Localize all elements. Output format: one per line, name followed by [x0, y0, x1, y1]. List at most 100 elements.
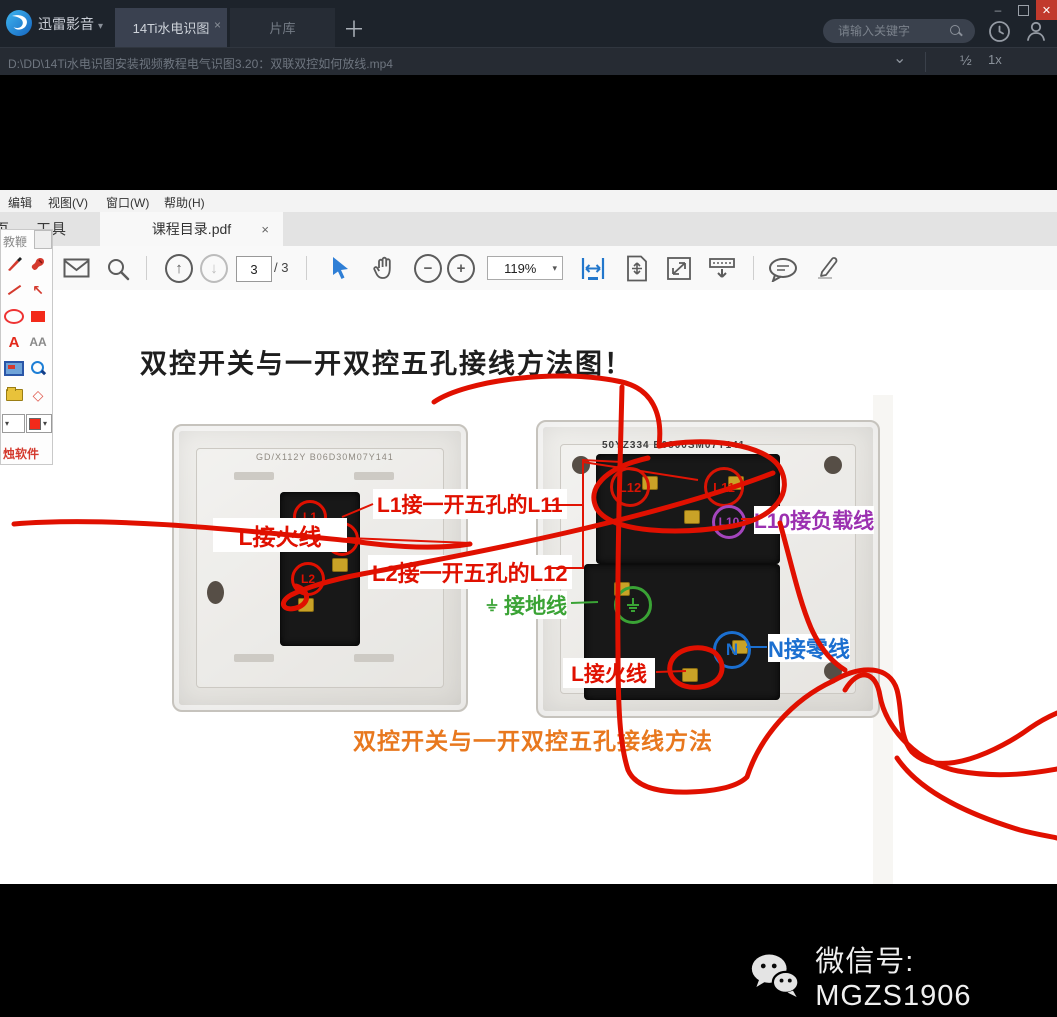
- subtitle-half-icon[interactable]: ½: [960, 52, 972, 68]
- page-down-button[interactable]: ↓: [200, 246, 228, 290]
- label-l10-load: L10接负载线: [754, 506, 875, 534]
- menu-edit[interactable]: 编辑: [8, 194, 32, 211]
- wechat-id-text: 微信号: MGZS1906: [815, 946, 972, 1012]
- select-cursor-icon[interactable]: [331, 256, 351, 280]
- terminal-L2: L2: [291, 562, 325, 596]
- toolbar-divider: [753, 256, 754, 280]
- zoom-caret-icon: ▾: [552, 262, 557, 273]
- page-up-button[interactable]: ↑: [165, 246, 193, 290]
- label-live-left: L接火线: [213, 518, 347, 552]
- minimize-button[interactable]: –: [986, 0, 1010, 20]
- brush-tool-icon[interactable]: [27, 254, 49, 274]
- label-neutral: N接零线: [768, 634, 850, 662]
- close-window-button[interactable]: ✕: [1036, 0, 1057, 20]
- color-select[interactable]: ▾: [26, 414, 52, 433]
- annotation-tool-panel: 教鞭 ↖ A AA ◇ ▾ ▾ 烛软件: [0, 229, 53, 465]
- user-account-icon[interactable]: [1024, 19, 1048, 43]
- terminal-earth: [614, 586, 652, 624]
- app-logo-icon: [6, 10, 32, 36]
- actual-size-icon[interactable]: [666, 256, 692, 281]
- zoom-level-select[interactable]: 119% ▾: [487, 256, 563, 280]
- app-menu-caret-icon: ▾: [98, 21, 104, 32]
- panel-collapse-button[interactable]: [34, 230, 52, 249]
- email-icon[interactable]: [63, 258, 90, 278]
- highlighter-icon[interactable]: [812, 256, 840, 282]
- terminal-L11: L11: [704, 467, 744, 507]
- page-total-label: / 3: [274, 260, 289, 275]
- player-tab-current[interactable]: 14Ti水电识图 ×: [115, 8, 227, 47]
- player-tab-label: 片库: [269, 21, 296, 36]
- pdf-page: 双控开关与一开双控五孔接线方法图！ GD/X112Y B06D30M07Y141…: [0, 290, 1057, 895]
- player-tab-library[interactable]: 片库: [230, 8, 335, 47]
- wechat-icon: [751, 954, 800, 997]
- new-tab-button[interactable]: ＋: [343, 12, 365, 44]
- zoom-in-button[interactable]: +: [447, 246, 475, 290]
- magnifier-tool-icon[interactable]: [27, 358, 49, 378]
- pdf-ribbon-bar: 页 工具 课程目录.pdf ×: [0, 212, 1057, 246]
- search-input[interactable]: [836, 23, 950, 39]
- hand-pan-icon[interactable]: [372, 256, 397, 281]
- switch-serial: GD/X112Y B06D30M07Y141: [256, 452, 394, 462]
- current-color-swatch: [29, 417, 41, 430]
- label-live-right: L接火线: [563, 658, 655, 688]
- reflow-scroll-icon[interactable]: [708, 257, 736, 280]
- menu-window[interactable]: 窗口(W): [106, 194, 149, 211]
- document-tab-label: 课程目录.pdf: [151, 221, 232, 237]
- terminal-L12: L12: [610, 467, 650, 507]
- ground-symbol-icon: [627, 598, 639, 612]
- app-root: 迅雷影音▾ 14Ti水电识图 × 片库 ＋ – ✕ D:\DD\14Ti水电识图…: [0, 0, 1057, 1017]
- toolbar-divider: [146, 256, 147, 280]
- document-title: 双控开关与一开双控五孔接线方法图！: [140, 349, 633, 379]
- terminal-L10: L10: [712, 505, 746, 539]
- toolbar-divider: [306, 256, 307, 280]
- comment-icon[interactable]: [768, 258, 799, 282]
- pdf-menu-bar: 编辑 视图(V) 窗口(W) 帮助(H): [0, 190, 1057, 213]
- page-number-input[interactable]: [236, 256, 272, 282]
- menu-view[interactable]: 视图(V): [48, 194, 88, 211]
- fit-page-icon[interactable]: [624, 255, 650, 282]
- watermark: 微信号: MGZS1906: [750, 938, 1057, 1013]
- socket-serial: 50YZ334 B0800SM07Y141: [602, 440, 746, 451]
- history-clock-icon[interactable]: [988, 20, 1011, 43]
- playback-speed-icon[interactable]: 1x: [988, 52, 1002, 67]
- search-box[interactable]: [823, 19, 975, 43]
- pen-tool-icon[interactable]: [3, 254, 25, 274]
- screen-tool-icon[interactable]: [3, 358, 25, 378]
- diamond-tool-icon[interactable]: ◇: [27, 385, 49, 405]
- ground-symbol-icon: [486, 598, 498, 612]
- ellipse-tool-icon[interactable]: [3, 306, 25, 326]
- label-l2-connection: L2接一开五孔的L12: [368, 555, 572, 589]
- line-tool-icon[interactable]: [3, 280, 25, 300]
- terminal-N: N: [713, 631, 751, 669]
- maximize-button[interactable]: [1012, 0, 1034, 20]
- arrow-tool-icon[interactable]: ↖: [27, 280, 49, 300]
- zoom-out-button[interactable]: −: [414, 246, 442, 290]
- rectangle-tool-icon[interactable]: [27, 306, 49, 326]
- document-caption: 双控开关与一开双控五孔接线方法: [353, 728, 713, 754]
- tab-close-icon[interactable]: ×: [214, 18, 221, 32]
- search-icon[interactable]: [950, 25, 962, 37]
- file-path-text: D:\DD\14Ti水电识图安装视频教程电气识图3.20：双联双控如何放线.mp…: [8, 57, 393, 71]
- player-tab-label: 14Ti水电识图: [132, 21, 210, 36]
- chevron-down-icon[interactable]: ⌄: [893, 48, 906, 68]
- panel-footer: 烛软件: [3, 447, 40, 461]
- open-file-tool-icon[interactable]: [3, 385, 25, 405]
- menu-help[interactable]: 帮助(H): [164, 194, 205, 211]
- document-tab[interactable]: 课程目录.pdf ×: [100, 212, 283, 246]
- zoom-level-value: 119%: [504, 260, 537, 276]
- font-tool-icon[interactable]: AA: [27, 332, 49, 352]
- label-l1-connection: L1接一开五孔的L11: [373, 489, 567, 519]
- label-earth: 接地线: [484, 591, 567, 619]
- fit-width-icon[interactable]: [580, 256, 606, 281]
- text-tool-icon[interactable]: A: [3, 332, 25, 352]
- pdf-toolbar: ↑ ↓ / 3 − + 119% ▾: [0, 246, 1057, 291]
- maximize-icon: [1017, 4, 1029, 16]
- file-path-bar: D:\DD\14Ti水电识图安装视频教程电气识图3.20：双联双控如何放线.mp…: [0, 47, 1057, 117]
- titlebar: 迅雷影音▾ 14Ti水电识图 × 片库 ＋ – ✕: [0, 0, 1057, 47]
- document-tab-close-icon[interactable]: ×: [261, 222, 269, 237]
- toolbar-divider: [925, 52, 926, 72]
- line-width-select[interactable]: ▾: [2, 414, 25, 433]
- app-name[interactable]: 迅雷影音 ▾: [38, 14, 103, 34]
- panel-title: 教鞭: [3, 235, 28, 249]
- find-icon[interactable]: [106, 257, 130, 281]
